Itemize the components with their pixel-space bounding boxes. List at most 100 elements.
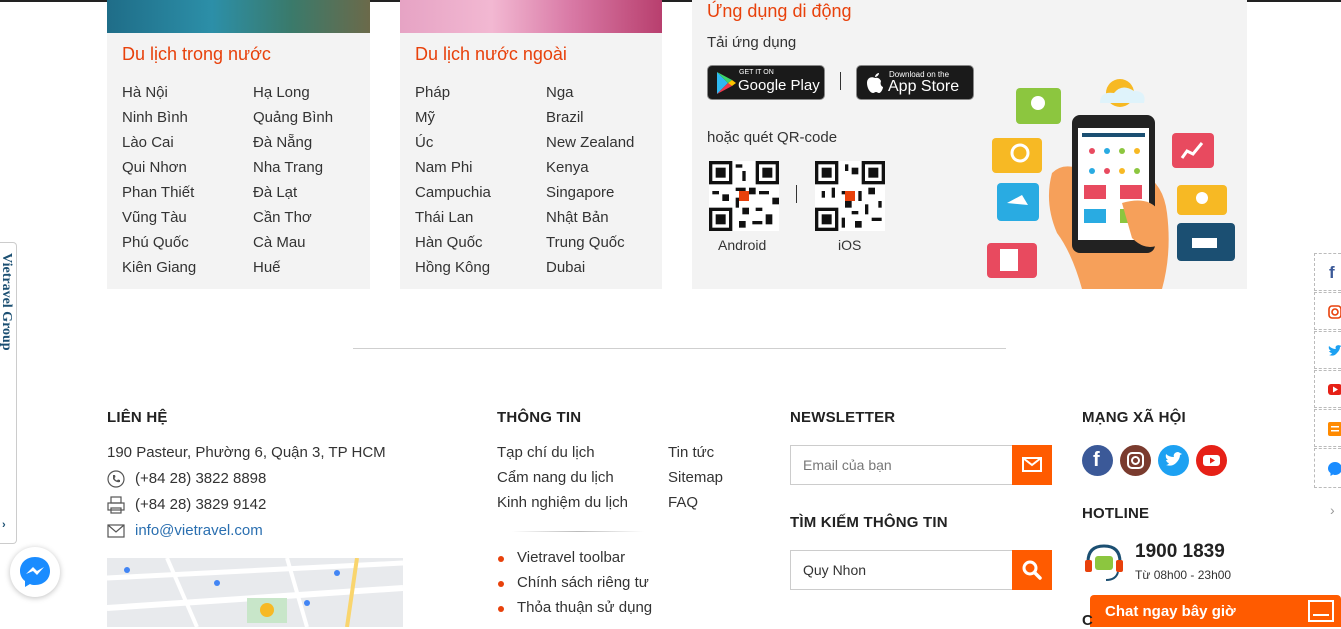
- newsletter-email-input[interactable]: Email của bạn: [790, 445, 1013, 485]
- info-link[interactable]: Tin tức: [668, 444, 714, 461]
- hotline-heading: HOTLINE: [1082, 505, 1150, 522]
- search-input[interactable]: Quy Nhon: [790, 550, 1013, 590]
- international-card: Du lịch nước ngoài Pháp Mỹ Úc Nam Phi Ca…: [400, 0, 662, 289]
- destination-link[interactable]: Hàn Quốc: [415, 233, 491, 258]
- info-link[interactable]: FAQ: [668, 494, 698, 511]
- side-blog-icon[interactable]: [1314, 409, 1341, 447]
- destination-link[interactable]: Nhật Bản: [546, 208, 634, 233]
- section-divider: [353, 348, 1006, 349]
- destination-link[interactable]: Pháp: [415, 83, 491, 108]
- instagram-icon[interactable]: [1120, 445, 1151, 476]
- destination-link[interactable]: Ninh Bình: [122, 108, 196, 133]
- destination-link[interactable]: Phan Thiết: [122, 183, 196, 208]
- info-link[interactable]: Sitemap: [668, 469, 723, 486]
- social-heading: MẠNG XÃ HỘI: [1082, 409, 1186, 426]
- phone-icon: [107, 470, 125, 488]
- office-map[interactable]: [107, 558, 403, 627]
- destination-link[interactable]: Campuchia: [415, 183, 491, 208]
- destination-link[interactable]: Dubai: [546, 258, 634, 283]
- app-store-button[interactable]: Download on the App Store: [856, 65, 974, 100]
- google-play-small: GET IT ON: [739, 69, 774, 76]
- domestic-banner-image[interactable]: [107, 0, 370, 33]
- info-heading: THÔNG TIN: [497, 409, 582, 426]
- destination-link[interactable]: Quảng Bình: [253, 108, 333, 133]
- contact-phone[interactable]: (+84 28) 3822 8898: [135, 470, 266, 487]
- ios-label: iOS: [838, 237, 862, 253]
- search-icon: [1022, 560, 1042, 580]
- destination-link[interactable]: Brazil: [546, 108, 634, 133]
- search-heading: TÌM KIẾM THÔNG TIN: [790, 514, 948, 531]
- qr-divider: [796, 185, 797, 203]
- info-link[interactable]: Cẩm nang du lịch: [497, 469, 614, 486]
- destination-link[interactable]: Nga: [546, 83, 634, 108]
- bullet-icon: [498, 556, 504, 562]
- side-messenger-icon[interactable]: [1314, 448, 1341, 488]
- policy-link[interactable]: Chính sách riêng tư: [517, 574, 649, 591]
- search-submit-button[interactable]: [1012, 550, 1052, 590]
- contact-fax: (+84 28) 3829 9142: [135, 496, 267, 513]
- policy-link[interactable]: Thỏa thuận sử dụng: [517, 599, 652, 616]
- messenger-button[interactable]: [10, 547, 60, 597]
- domestic-title[interactable]: Du lịch trong nước: [122, 44, 271, 65]
- destination-link[interactable]: Qui Nhơn: [122, 158, 196, 183]
- info-divider: [512, 531, 644, 532]
- destination-link[interactable]: Nam Phi: [415, 158, 491, 183]
- international-list-col2: Nga Brazil New Zealand Kenya Singapore N…: [546, 83, 634, 283]
- domestic-list-col2: Hạ Long Quảng Bình Đà Nẵng Nha Trang Đà …: [253, 83, 333, 283]
- google-play-icon: [717, 72, 736, 94]
- info-link[interactable]: Tạp chí du lịch: [497, 444, 595, 461]
- destination-link[interactable]: Đà Lạt: [253, 183, 333, 208]
- google-play-button[interactable]: GET IT ON Google Play: [707, 65, 825, 100]
- chevron-right-icon: ›: [2, 519, 6, 531]
- info-link[interactable]: Kinh nghiệm du lịch: [497, 494, 628, 511]
- facebook-icon[interactable]: f: [1082, 445, 1113, 476]
- side-instagram-icon[interactable]: [1314, 292, 1341, 330]
- apple-icon: [867, 73, 883, 93]
- destination-link[interactable]: Kenya: [546, 158, 634, 183]
- domestic-list-col1: Hà Nội Ninh Bình Lào Cai Qui Nhơn Phan T…: [122, 83, 196, 283]
- destination-link[interactable]: Thái Lan: [415, 208, 491, 233]
- android-qr-code[interactable]: [709, 161, 779, 231]
- destination-link[interactable]: Huế: [253, 258, 333, 283]
- email-icon: [107, 524, 125, 538]
- destination-link[interactable]: Nha Trang: [253, 158, 333, 183]
- mobile-app-title: Ứng dụng di động: [707, 1, 852, 21]
- side-twitter-icon[interactable]: [1314, 331, 1341, 369]
- contact-address: 190 Pasteur, Phường 6, Quận 3, TP HCM: [107, 444, 386, 461]
- ios-qr-code[interactable]: [815, 161, 885, 231]
- destination-link[interactable]: Vũng Tàu: [122, 208, 196, 233]
- twitter-icon[interactable]: [1158, 445, 1189, 476]
- destination-link[interactable]: Hà Nội: [122, 83, 196, 108]
- destination-link[interactable]: Phú Quốc: [122, 233, 196, 258]
- destination-link[interactable]: Trung Quốc: [546, 233, 634, 258]
- google-play-big: Google Play: [738, 77, 820, 94]
- destination-link[interactable]: Singapore: [546, 183, 634, 208]
- chat-window-icon: [1308, 600, 1334, 622]
- destination-link[interactable]: New Zealand: [546, 133, 634, 158]
- destination-link[interactable]: Mỹ: [415, 108, 491, 133]
- destination-link[interactable]: Úc: [415, 133, 491, 158]
- destination-link[interactable]: Cần Thơ: [253, 208, 333, 233]
- policy-link[interactable]: Vietravel toolbar: [517, 549, 625, 566]
- international-banner-image[interactable]: [400, 0, 662, 33]
- destination-link[interactable]: Hạ Long: [253, 83, 333, 108]
- destination-link[interactable]: Đà Nẵng: [253, 133, 333, 158]
- youtube-icon[interactable]: [1196, 445, 1227, 476]
- fax-icon: [107, 496, 125, 514]
- vietravel-group-tab[interactable]: Vietravel Group ›: [0, 242, 17, 544]
- side-facebook-icon[interactable]: f: [1314, 253, 1341, 291]
- contact-email-link[interactable]: info@vietravel.com: [135, 522, 263, 539]
- destination-link[interactable]: Hồng Kông: [415, 258, 491, 283]
- chat-now-label: Chat ngay bây giờ: [1105, 603, 1236, 620]
- side-youtube-icon[interactable]: [1314, 370, 1341, 408]
- hotline-number[interactable]: 1900 1839: [1135, 541, 1225, 563]
- international-title[interactable]: Du lịch nước ngoài: [415, 44, 567, 65]
- destination-link[interactable]: Kiên Giang: [122, 258, 196, 283]
- destination-link[interactable]: Cà Mau: [253, 233, 333, 258]
- destination-link[interactable]: Lào Cai: [122, 133, 196, 158]
- chevron-right-icon[interactable]: ›: [1330, 502, 1335, 518]
- newsletter-submit-button[interactable]: [1012, 445, 1052, 485]
- qr-label: hoặc quét QR-code: [707, 129, 838, 146]
- domestic-card: Du lịch trong nước Hà Nội Ninh Bình Lào …: [107, 0, 370, 289]
- chat-now-bar[interactable]: Chat ngay bây giờ: [1090, 595, 1341, 627]
